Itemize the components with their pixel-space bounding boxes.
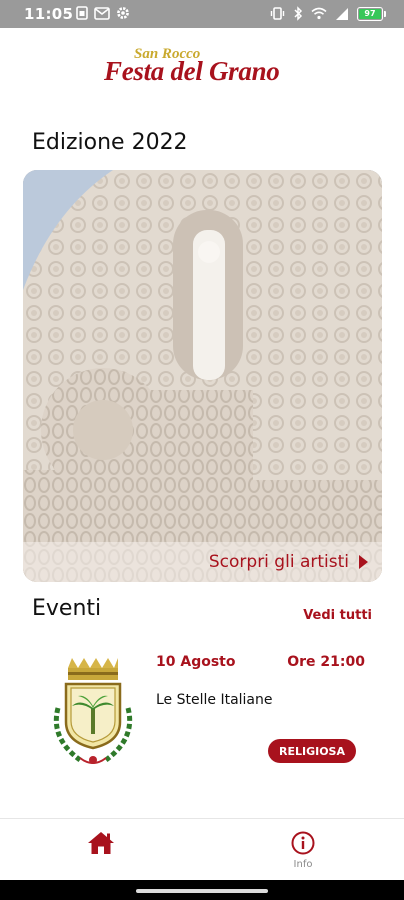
sim-icon [76, 6, 88, 20]
battery-icon: 97 [357, 6, 386, 21]
battery-level: 97 [359, 8, 381, 19]
bottom-navigation: Info [0, 818, 404, 880]
info-icon [291, 831, 315, 855]
vibrate-icon [270, 7, 285, 20]
discover-artists-button[interactable]: Scorpri gli artisti [23, 542, 382, 582]
events-title: Eventi [32, 596, 102, 621]
event-title: Le Stelle Italiane [156, 692, 273, 708]
edition-title: Edizione 2022 [32, 130, 188, 155]
coat-of-arms-icon [53, 658, 133, 764]
discover-artists-label: Scorpri gli artisti [208, 552, 349, 572]
system-gesture-bar [0, 880, 404, 900]
edition-hero-card[interactable]: Scorpri gli artisti [23, 170, 382, 582]
bluetooth-icon [294, 6, 303, 21]
arrow-right-icon [359, 555, 368, 569]
gmail-icon [94, 6, 110, 20]
logo-title: Festa del Grano [104, 56, 280, 86]
event-card[interactable]: 10 Agosto Ore 21:00 Le Stelle Italiane R… [22, 644, 382, 774]
status-time: 11:05 [24, 5, 74, 23]
wifi-icon [311, 7, 327, 20]
event-date: 10 Agosto [156, 654, 236, 670]
signal-icon [336, 7, 348, 20]
settings-icon [117, 7, 129, 19]
status-bar: 11:05 97 [0, 0, 404, 28]
nav-home[interactable] [0, 819, 202, 881]
app-logo: San Rocco Festa del Grano [0, 44, 404, 90]
home-icon [88, 832, 114, 854]
event-category-badge[interactable]: RELIGIOSA [268, 739, 356, 763]
nav-info-label: Info [293, 859, 313, 870]
home-gesture-handle[interactable] [136, 889, 268, 893]
nav-info[interactable]: Info [202, 819, 404, 881]
see-all-link[interactable]: Vedi tutti [303, 608, 372, 623]
event-time: Ore 21:00 [287, 654, 365, 670]
